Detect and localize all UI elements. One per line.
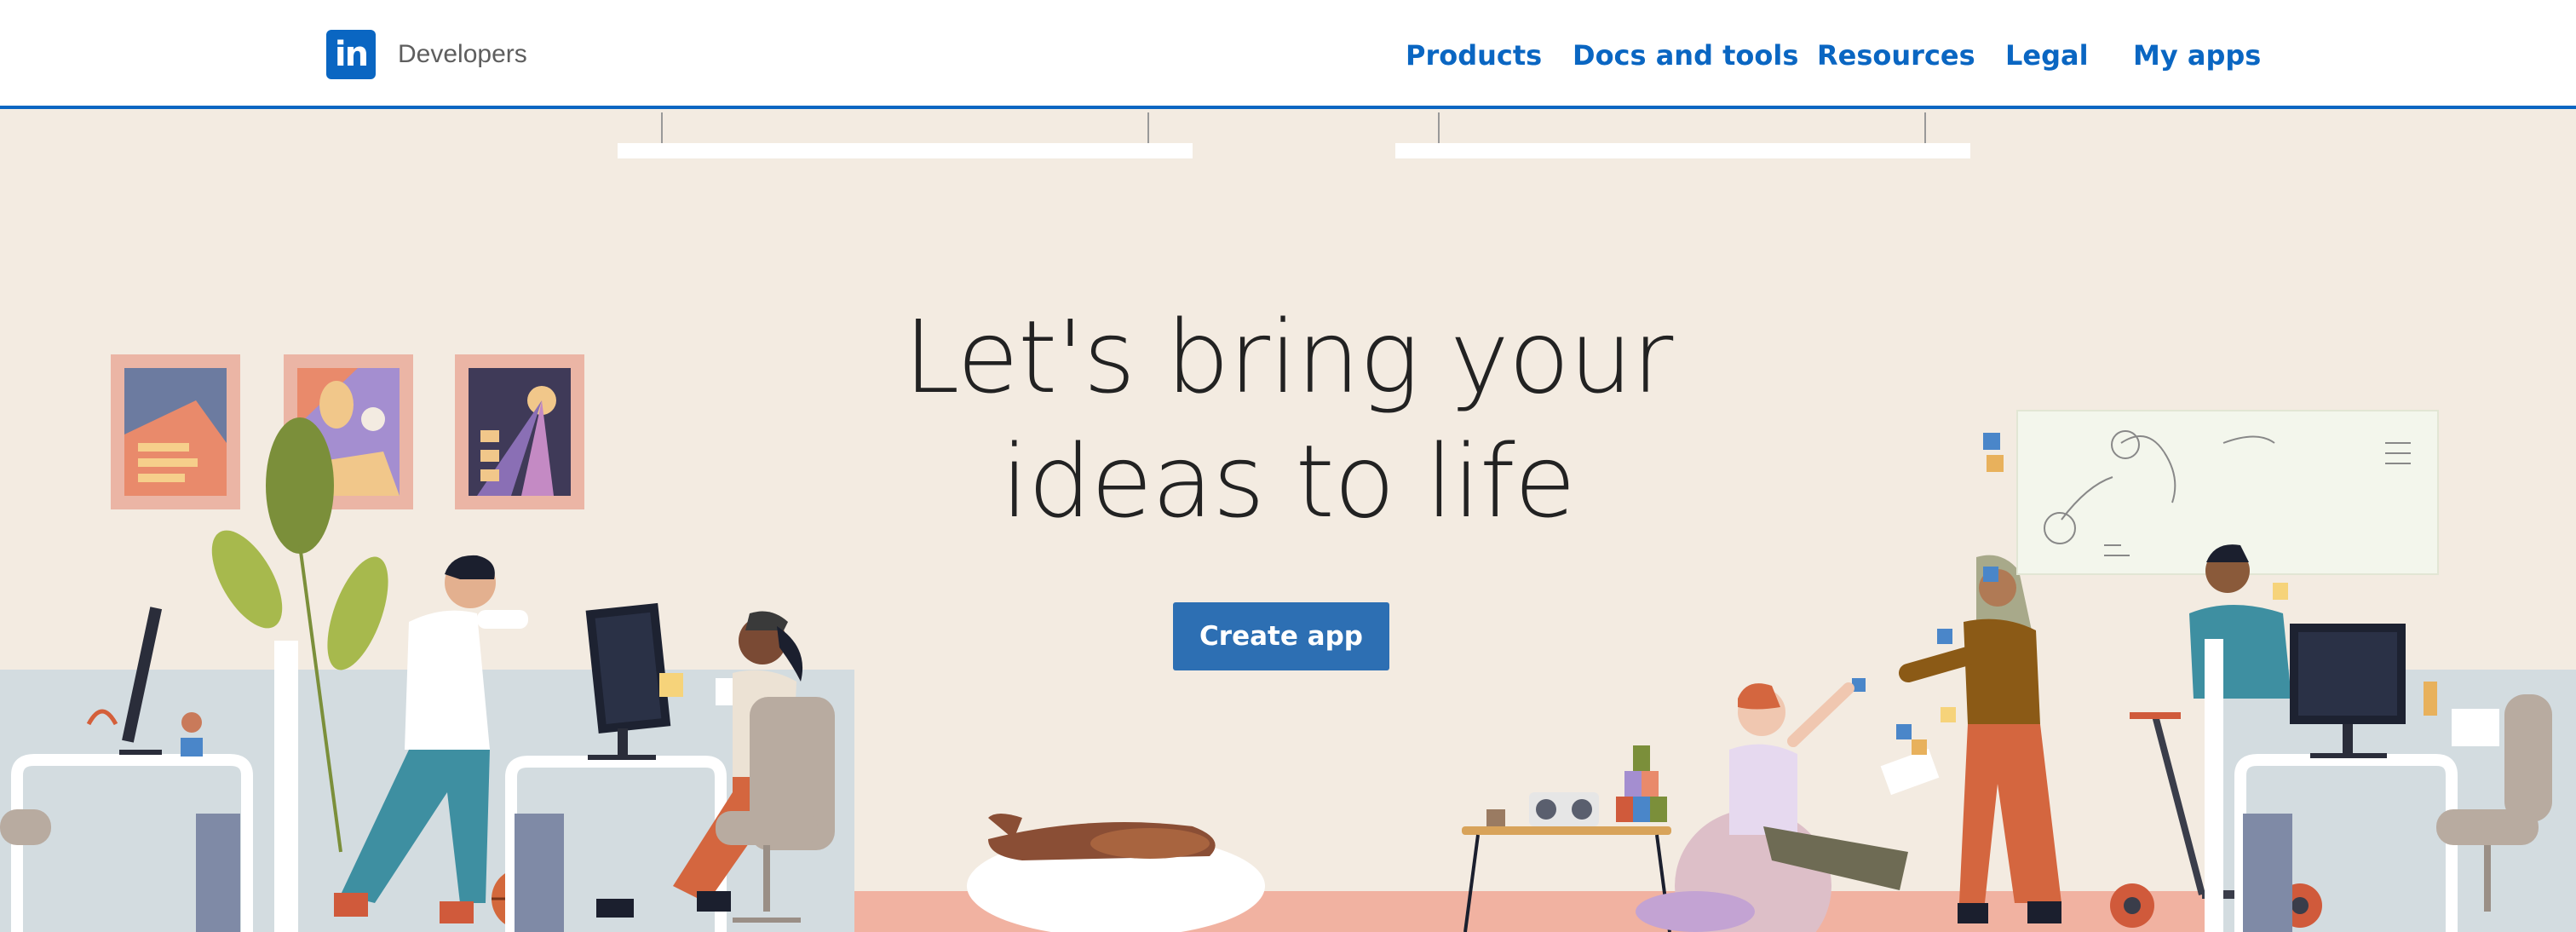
hero-headline-line1: Let's bring your: [903, 298, 1674, 416]
brand[interactable]: in Developers: [326, 30, 527, 79]
sticky-note: [1983, 567, 1998, 582]
hero-headline-line2: ideas to life: [1000, 423, 1576, 540]
person-standing-hijab: [1899, 555, 2061, 923]
nav-docs-and-tools[interactable]: Docs and tools: [1573, 34, 1798, 77]
nav-my-apps[interactable]: My apps: [2133, 34, 2261, 77]
nav-products[interactable]: Products: [1406, 34, 1542, 77]
brand-label[interactable]: Developers: [398, 40, 527, 69]
ceiling-light-right: [1395, 112, 1970, 158]
ceiling-light-left: [618, 112, 1193, 158]
hero-section: Let's bring your ideas to life Create ap…: [0, 112, 2576, 932]
hero-headline: Let's bring your ideas to life: [0, 295, 2576, 544]
top-header: in Developers Products Docs and tools Re…: [0, 0, 2576, 109]
linkedin-logo-icon[interactable]: in: [326, 30, 376, 79]
nav-legal[interactable]: Legal: [2005, 34, 2089, 77]
dog-on-bed: [967, 814, 1265, 932]
create-app-button[interactable]: Create app: [1173, 602, 1389, 670]
nav-resources[interactable]: Resources: [1817, 34, 1975, 77]
